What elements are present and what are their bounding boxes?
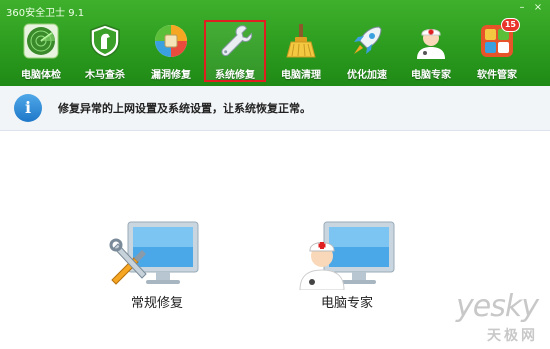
main-toolbar: 电脑体检 木马查杀 漏洞修复 系统修复 电脑清理 优化加速 电脑专家 15 软件… bbox=[0, 18, 550, 82]
tool-label: 木马查杀 bbox=[85, 70, 125, 81]
info-icon: i bbox=[14, 94, 42, 122]
tool-label: 优化加速 bbox=[347, 70, 387, 81]
tool-label: 电脑清理 bbox=[281, 70, 321, 81]
tool-label: 系统修复 bbox=[215, 70, 255, 81]
tool-system-repair[interactable]: 系统修复 bbox=[204, 20, 266, 82]
tool-speedup[interactable]: 优化加速 bbox=[336, 20, 398, 82]
option-label: 电脑专家 bbox=[320, 296, 373, 311]
info-message: 修复异常的上网设置及系统设置，让系统恢复正常。 bbox=[58, 102, 311, 115]
monitor-tools-icon bbox=[109, 221, 199, 285]
top-bar: 360安全卫士 9.1 – × 电脑体检 木马查杀 漏洞修复 系统修复 电脑清理… bbox=[0, 0, 550, 86]
tool-software-manager[interactable]: 15 软件管家 bbox=[466, 18, 528, 82]
minimize-icon[interactable]: – bbox=[516, 2, 528, 13]
tool-vuln-fix[interactable]: 漏洞修复 bbox=[140, 20, 202, 82]
tool-cleanup[interactable]: 电脑清理 bbox=[270, 20, 332, 82]
doctor-icon bbox=[417, 29, 445, 59]
patch-ball-icon bbox=[155, 25, 187, 57]
option-label: 常规修复 bbox=[130, 296, 183, 311]
rocket-icon bbox=[354, 26, 382, 54]
watermark-site: 天极网 bbox=[487, 328, 538, 344]
tool-label: 漏洞修复 bbox=[151, 70, 191, 81]
tool-label: 电脑体检 bbox=[21, 70, 61, 81]
monitor-doctor-icon bbox=[299, 221, 395, 290]
horse-shield-icon bbox=[90, 24, 120, 58]
radar-icon bbox=[23, 23, 59, 59]
app-title: 360安全卫士 9.1 bbox=[6, 8, 85, 19]
tool-expert[interactable]: 电脑专家 bbox=[400, 20, 462, 82]
broom-icon bbox=[286, 24, 316, 58]
tool-label: 电脑专家 bbox=[411, 70, 451, 81]
watermark: yesky 天极网 bbox=[414, 289, 544, 345]
tool-checkup[interactable]: 电脑体检 bbox=[10, 20, 72, 82]
close-icon[interactable]: × bbox=[532, 2, 544, 13]
tool-trojan-scan[interactable]: 木马查杀 bbox=[74, 20, 136, 82]
option-regular-repair[interactable]: 常规修复 bbox=[92, 218, 222, 318]
info-bar: i 修复异常的上网设置及系统设置，让系统恢复正常。 bbox=[0, 86, 550, 131]
update-count-badge: 15 bbox=[500, 18, 520, 32]
window-controls: – × bbox=[516, 2, 544, 13]
watermark-logo: yesky bbox=[456, 289, 539, 324]
option-expert[interactable]: 电脑专家 bbox=[282, 218, 412, 318]
tool-label: 软件管家 bbox=[477, 70, 517, 81]
wrench-icon bbox=[221, 25, 253, 57]
